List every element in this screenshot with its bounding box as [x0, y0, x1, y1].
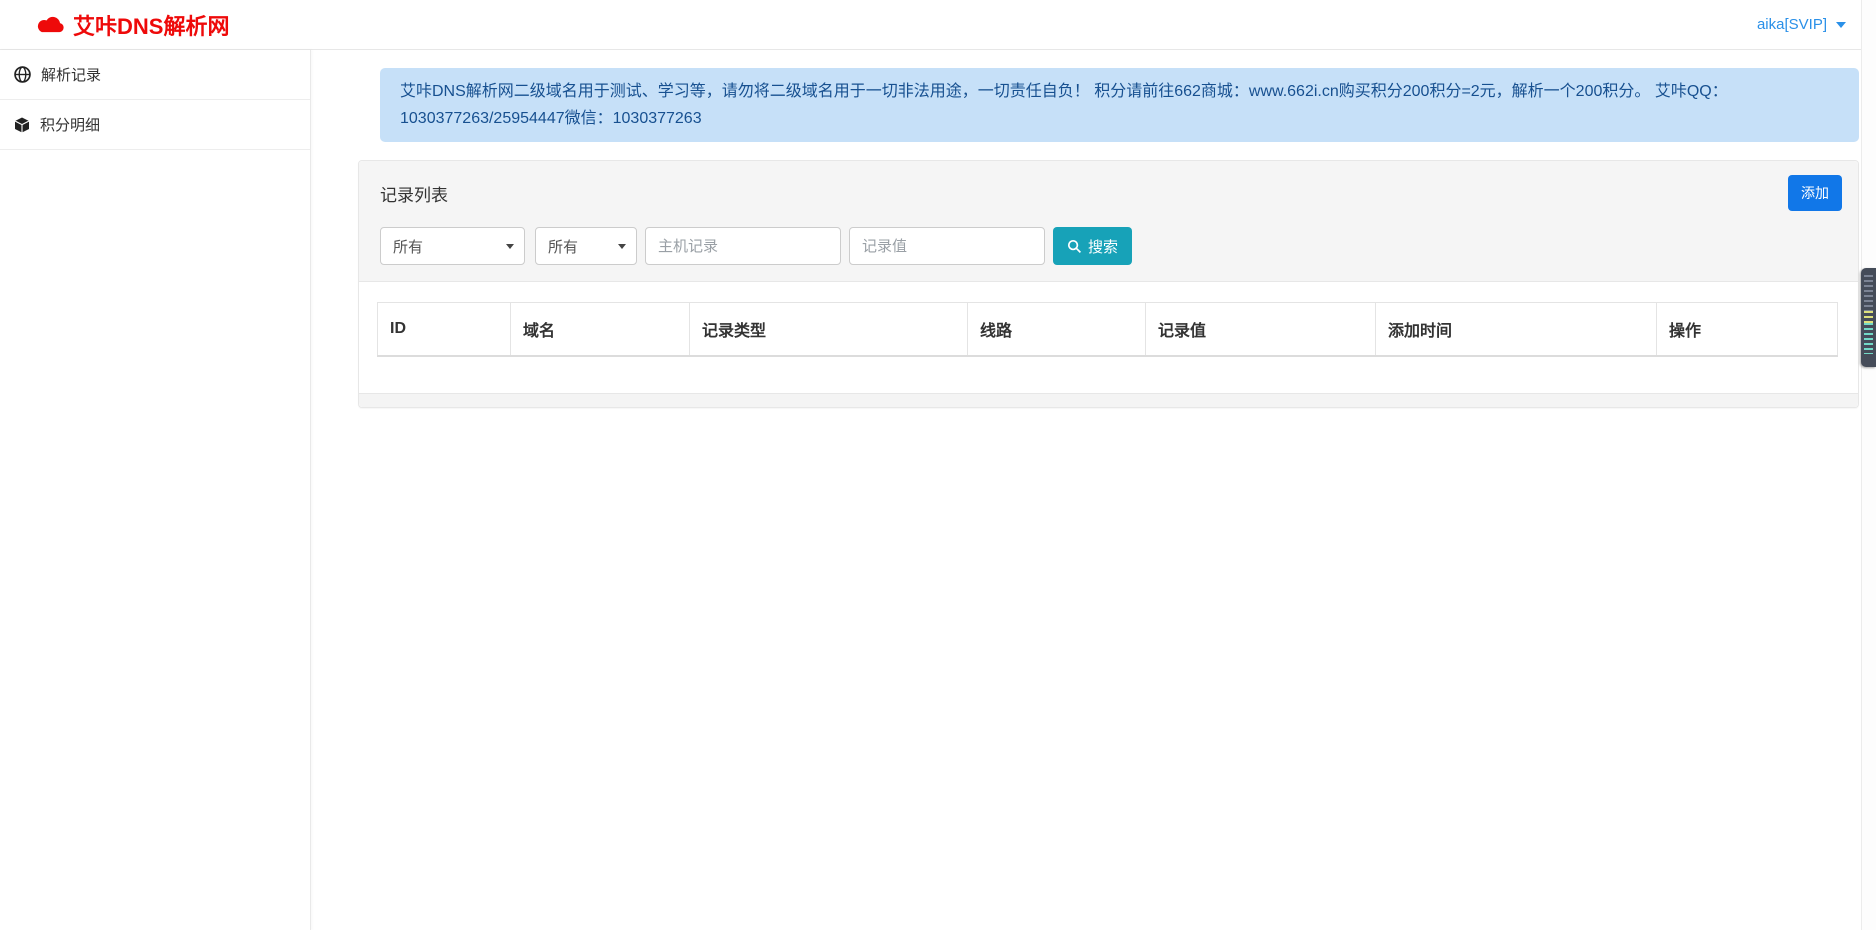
scrollbar-track[interactable] [1861, 0, 1876, 930]
domain-filter-value: 所有 [393, 236, 423, 257]
col-header-id: ID [378, 303, 511, 357]
sidebar-item-label: 积分明细 [40, 114, 100, 135]
panel-footer [359, 393, 1858, 407]
records-panel: 记录列表 添加 所有 所有 [358, 160, 1859, 408]
col-header-type: 记录类型 [690, 303, 968, 357]
col-header-line: 线路 [968, 303, 1146, 357]
notice-banner: 艾咔DNS解析网二级域名用于测试、学习等，请勿将二级域名用于一切非法用途，一切责… [380, 68, 1859, 142]
col-header-value: 记录值 [1146, 303, 1376, 357]
notice-text: 艾咔DNS解析网二级域名用于测试、学习等，请勿将二级域名用于一切非法用途，一切责… [400, 83, 1728, 127]
marker-stripes-gray [1864, 275, 1873, 311]
type-filter-value: 所有 [548, 236, 578, 257]
sidebar: 解析记录 积分明细 [0, 50, 311, 930]
sidebar-item-points[interactable]: 积分明细 [0, 100, 310, 150]
select-caret-icon [506, 244, 514, 249]
marker-stripes-teal [1864, 323, 1873, 354]
page-layout: 解析记录 积分明细 艾咔DNS解析网二级域名用于测试、学习等，请勿将二级域名用于… [0, 50, 1876, 930]
domain-filter-select[interactable]: 所有 [380, 227, 525, 265]
cloud-logo-icon [36, 14, 66, 35]
record-value-input[interactable] [849, 227, 1045, 265]
filter-toolbar: 所有 所有 [380, 227, 1842, 265]
caret-down-icon [1836, 22, 1846, 28]
user-dropdown[interactable]: aika[SVIP] [1757, 16, 1846, 33]
search-icon [1067, 239, 1082, 254]
add-button[interactable]: 添加 [1788, 175, 1842, 211]
sidebar-item-records[interactable]: 解析记录 [0, 50, 310, 100]
panel-title: 记录列表 [380, 181, 448, 206]
brand-title: 艾咔DNS解析网 [73, 9, 229, 41]
cube-icon [14, 117, 30, 133]
panel-body: ID 域名 记录类型 线路 记录值 添加时间 操作 [359, 282, 1858, 393]
table-header-row: ID 域名 记录类型 线路 记录值 添加时间 操作 [378, 303, 1838, 357]
top-navbar: 艾咔DNS解析网 aika[SVIP] [0, 0, 1876, 50]
col-header-time: 添加时间 [1376, 303, 1657, 357]
brand[interactable]: 艾咔DNS解析网 [36, 9, 229, 41]
sidebar-item-label: 解析记录 [41, 64, 101, 85]
scrollbar-marker-widget[interactable] [1861, 268, 1876, 367]
search-button[interactable]: 搜索 [1053, 227, 1132, 265]
select-caret-icon [618, 244, 626, 249]
type-filter-select[interactable]: 所有 [535, 227, 637, 265]
user-name: aika[SVIP] [1757, 16, 1827, 33]
main-content: 艾咔DNS解析网二级域名用于测试、学习等，请勿将二级域名用于一切非法用途，一切责… [311, 50, 1876, 930]
host-record-input[interactable] [645, 227, 841, 265]
col-header-action: 操作 [1657, 303, 1838, 357]
globe-icon [14, 66, 31, 83]
records-table: ID 域名 记录类型 线路 记录值 添加时间 操作 [377, 302, 1838, 357]
panel-heading: 记录列表 添加 所有 所有 [359, 161, 1858, 282]
marker-stripes-yellow [1864, 311, 1873, 323]
search-button-label: 搜索 [1088, 236, 1118, 257]
col-header-domain: 域名 [511, 303, 690, 357]
